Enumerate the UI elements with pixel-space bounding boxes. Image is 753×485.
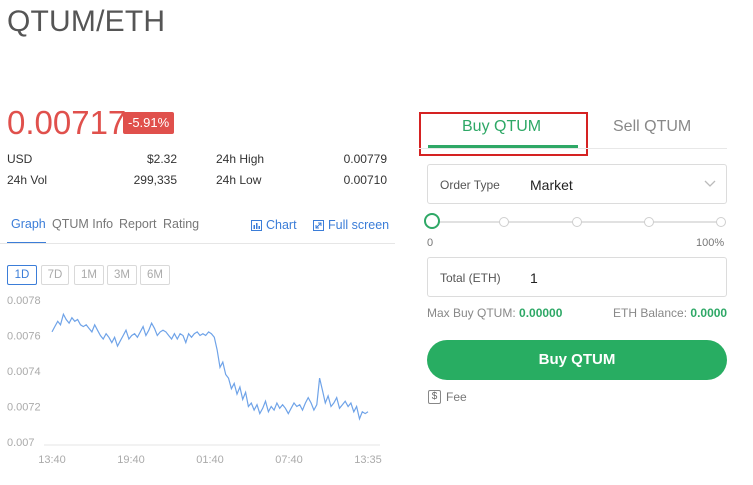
fullscreen-icon — [313, 219, 324, 231]
x-tick-label: 13:40 — [38, 454, 66, 466]
tabs-divider — [0, 243, 395, 244]
chart-icon — [251, 219, 262, 231]
price-chart: 0.0078 0.0076 0.0074 0.0072 0.00713:40 19:40 0… — [7, 295, 382, 466]
y-tick-label: 0.0072 — [7, 402, 41, 414]
total-eth-value[interactable]: 1 — [530, 270, 538, 286]
fee-label: Fee — [446, 390, 467, 404]
order-type-select[interactable]: Order Type Market — [427, 164, 727, 204]
sell-tab[interactable]: Sell QTUM — [613, 118, 691, 136]
x-tick-label: 19:40 — [117, 454, 145, 466]
tab-report[interactable]: Report — [119, 217, 157, 231]
slider-step[interactable] — [499, 217, 509, 227]
x-tick-label: 01:40 — [196, 454, 224, 466]
range-1m-button[interactable]: 1M — [74, 265, 104, 285]
slider-step[interactable] — [572, 217, 582, 227]
tab-qtum-info[interactable]: QTUM Info — [52, 217, 113, 231]
y-tick-label: 0.0076 — [7, 331, 41, 343]
x-tick-label: 07:40 — [275, 454, 303, 466]
dollar-icon: $ — [428, 390, 441, 404]
high-label: 24h High — [216, 152, 265, 166]
trade-tabs: Buy QTUM Sell QTUM — [419, 112, 727, 156]
fullscreen-link[interactable]: Full screen — [313, 218, 389, 232]
slider-min-label: 0 — [427, 237, 434, 249]
order-type-value: Market — [530, 177, 573, 193]
y-tick-label: 0.007 — [7, 437, 35, 449]
fullscreen-link-label: Full screen — [328, 218, 390, 232]
buy-tab-highlight — [419, 112, 588, 156]
high-value: 0.00779 — [343, 152, 387, 166]
total-eth-label: Total (ETH) — [440, 271, 501, 285]
y-tick-label: 0.0078 — [7, 295, 41, 307]
chevron-down-icon — [704, 180, 716, 187]
usd-value: $2.32 — [146, 152, 177, 166]
low-label: 24h Low — [216, 173, 262, 187]
x-tick-label: 13:35 — [354, 454, 382, 466]
trade-tabs-divider — [419, 148, 727, 149]
range-1d-button[interactable]: 1D — [7, 265, 37, 285]
volume-value: 299,335 — [133, 173, 177, 187]
eth-balance-label: ETH Balance: — [613, 306, 688, 320]
range-3m-button[interactable]: 3M — [107, 265, 137, 285]
y-tick-label: 0.0074 — [7, 366, 41, 378]
max-buy-info: Max Buy QTUM: 0.00000 — [427, 306, 562, 320]
low-value: 0.00710 — [343, 173, 387, 187]
amount-slider[interactable] — [432, 217, 726, 227]
max-buy-value: 0.00000 — [519, 306, 563, 320]
volume-label: 24h Vol — [7, 173, 48, 187]
range-6m-button[interactable]: 6M — [140, 265, 170, 285]
usd-label: USD — [7, 152, 33, 166]
price-change-badge: -5.91% — [123, 112, 175, 134]
buy-qtum-button[interactable]: Buy QTUM — [427, 340, 727, 380]
total-eth-field[interactable]: Total (ETH) 1 — [427, 257, 727, 297]
chart-link[interactable]: Chart — [251, 218, 297, 232]
price-series-line — [51, 312, 369, 421]
chart-link-label: Chart — [266, 218, 297, 232]
order-type-label: Order Type — [440, 178, 500, 192]
slider-max-label: 100% — [696, 237, 725, 249]
tab-rating[interactable]: Rating — [163, 217, 199, 231]
max-buy-label: Max Buy QTUM: — [427, 306, 516, 320]
fee-link[interactable]: $ Fee — [428, 390, 467, 404]
eth-balance-info: ETH Balance: 0.0000 — [613, 306, 727, 320]
slider-step[interactable] — [716, 217, 726, 227]
slider-handle[interactable] — [424, 213, 440, 229]
eth-balance-value: 0.0000 — [690, 306, 728, 320]
range-7d-button[interactable]: 7D — [41, 265, 69, 285]
pair-title: QTUM/ETH — [7, 5, 166, 38]
tab-graph[interactable]: Graph — [11, 217, 46, 231]
slider-step[interactable] — [644, 217, 654, 227]
current-price: 0.00717 — [7, 104, 127, 141]
